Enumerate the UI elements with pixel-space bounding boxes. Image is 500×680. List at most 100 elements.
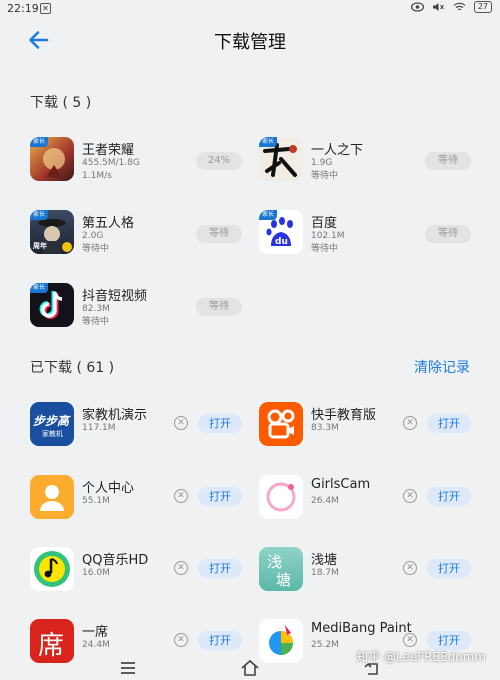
download-item-douyin: 家长 抖音短视频 82.3M 等待中 等待 — [30, 283, 270, 335]
wifi-icon — [453, 2, 466, 11]
bubugao-logo-text: 步步高 — [33, 414, 70, 428]
qiantang-char-2: 塘 — [276, 571, 292, 589]
yirenzhixia-app-icon: 家长 — [259, 137, 303, 181]
app-name: 一席 — [82, 625, 109, 640]
open-button[interactable]: 打开 — [198, 631, 242, 650]
app-meta: 102.1M 等待中 — [311, 230, 345, 256]
open-button[interactable]: 打开 — [198, 487, 242, 506]
delete-icon[interactable]: ✕ — [174, 416, 188, 430]
app-name: 第五人格 — [82, 216, 135, 231]
delete-icon[interactable]: ✕ — [174, 633, 188, 647]
wait-button[interactable]: 等待 — [425, 225, 471, 243]
app-size: 2.0G — [82, 231, 104, 241]
anniversary-badge: 周年 — [33, 242, 47, 250]
bubugao-app-icon: 步步高 家教机 — [30, 402, 74, 446]
app-size: 25.2M — [311, 640, 339, 650]
notification-icon: ✕ — [40, 3, 51, 14]
delete-icon[interactable]: ✕ — [174, 561, 188, 575]
top-bar: 下载管理 — [0, 18, 500, 62]
diwurenge-app-icon: 家长 周年 — [30, 210, 74, 254]
downloaded-item-gerenzhongxin: 个人中心 55.1M ✕ 打开 — [30, 475, 270, 527]
app-name: GirlsCam — [311, 477, 371, 492]
downloaded-heading: 已下载 ( 61 ) — [30, 360, 115, 376]
open-button[interactable]: 打开 — [198, 559, 242, 578]
wait-button[interactable]: 等待 — [196, 225, 242, 243]
app-size: 1.9G — [311, 158, 333, 168]
watermark-text: 知乎 @LeeFREEdomm — [356, 650, 486, 664]
app-name: 王者荣耀 — [82, 143, 135, 158]
bubugao-sub-text: 家教机 — [42, 430, 63, 438]
app-size: 18.7M — [311, 568, 339, 578]
downloaded-item-qiantang: 浅 塘 浅塘 18.7M ✕ 打开 — [259, 547, 499, 599]
home-icon[interactable] — [240, 659, 260, 677]
download-status: 等待中 — [82, 317, 110, 327]
downloaded-item-qqmusic: QQ音乐HD 16.0M ✕ 打开 — [30, 547, 270, 599]
app-size: 55.1M — [82, 496, 110, 506]
status-bar: 22:19 ✕ 27 — [0, 0, 500, 18]
parent-badge: 家长 — [259, 137, 278, 147]
douyin-app-icon: 家长 — [30, 283, 74, 327]
app-meta: 82.3M 等待中 — [82, 303, 110, 329]
baidu-app-icon: du 家长 — [259, 210, 303, 254]
app-name: MediBang Paint — [311, 621, 412, 636]
delete-icon[interactable]: ✕ — [174, 489, 188, 503]
qiantang-app-icon: 浅 塘 — [259, 547, 303, 591]
download-status: 等待中 — [311, 244, 339, 254]
download-item-diwurenge: 家长 周年 第五人格 2.0G 等待中 等待 — [30, 210, 270, 262]
baidu-du-text: du — [275, 237, 288, 247]
progress-button[interactable]: 24% — [196, 152, 242, 170]
app-size: 24.4M — [82, 640, 110, 650]
app-size: 102.1M — [311, 231, 345, 241]
app-name: 一人之下 — [311, 143, 364, 158]
app-size: 16.0M — [82, 568, 110, 578]
open-button[interactable]: 打开 — [427, 559, 471, 578]
parent-badge: 家长 — [259, 210, 278, 220]
delete-icon[interactable]: ✕ — [403, 561, 417, 575]
parent-badge: 家长 — [30, 137, 49, 147]
wait-button[interactable]: 等待 — [425, 152, 471, 170]
app-meta: 2.0G 等待中 — [82, 230, 109, 256]
open-button[interactable]: 打开 — [198, 414, 242, 433]
qqmusic-app-icon — [30, 547, 74, 591]
open-button[interactable]: 打开 — [427, 487, 471, 506]
eye-icon — [410, 2, 424, 12]
parent-badge: 家长 — [30, 283, 49, 293]
wait-button[interactable]: 等待 — [196, 298, 242, 316]
app-size: 83.3M — [311, 423, 339, 433]
downloaded-item-jiajiaoji: 步步高 家教机 家教机演示 117.1M ✕ 打开 — [30, 402, 270, 454]
open-button[interactable]: 打开 — [427, 414, 471, 433]
download-status: 等待中 — [82, 244, 110, 254]
downloaded-item-kuaishou: 快手教育版 83.3M ✕ 打开 — [259, 402, 499, 454]
app-name: 浅塘 — [311, 553, 338, 568]
app-name: 个人中心 — [82, 481, 135, 496]
wangzhe-app-icon: 家长 — [30, 137, 74, 181]
app-meta: 1.9G 等待中 — [311, 157, 338, 183]
app-size: 82.3M — [82, 304, 110, 314]
app-size: 26.4M — [311, 496, 339, 506]
app-meta: 455.5M/1.8G 1.1M/s — [82, 157, 140, 183]
download-speed: 1.1M/s — [82, 171, 112, 181]
status-icons: 27 — [410, 1, 492, 13]
delete-icon[interactable]: ✕ — [403, 633, 417, 647]
app-name: QQ音乐HD — [82, 553, 149, 568]
app-name: 家教机演示 — [82, 408, 148, 423]
app-name: 抖音短视频 — [82, 289, 148, 304]
delete-icon[interactable]: ✕ — [403, 489, 417, 503]
download-status: 等待中 — [311, 171, 339, 181]
mute-icon — [432, 3, 444, 11]
clear-records-button[interactable]: 清除记录 — [414, 357, 470, 377]
girlscam-app-icon — [259, 475, 303, 519]
page-title: 下载管理 — [214, 32, 286, 53]
downloaded-item-girlscam: GirlsCam 26.4M ✕ 打开 — [259, 475, 499, 527]
download-progress-text: 455.5M/1.8G — [82, 158, 140, 168]
kuaishou-app-icon — [259, 402, 303, 446]
download-item-wangzhe: 家长 王者荣耀 455.5M/1.8G 1.1M/s 24% — [30, 137, 270, 189]
delete-icon[interactable]: ✕ — [403, 416, 417, 430]
person-app-icon — [30, 475, 74, 519]
battery-icon: 27 — [473, 1, 492, 13]
downloading-heading: 下载 ( 5 ) — [30, 95, 92, 111]
app-name: 百度 — [311, 216, 338, 231]
menu-icon[interactable] — [118, 659, 138, 677]
download-item-baidu: du 家长 百度 102.1M 等待中 等待 — [259, 210, 499, 262]
status-time: 22:19 — [7, 2, 39, 15]
